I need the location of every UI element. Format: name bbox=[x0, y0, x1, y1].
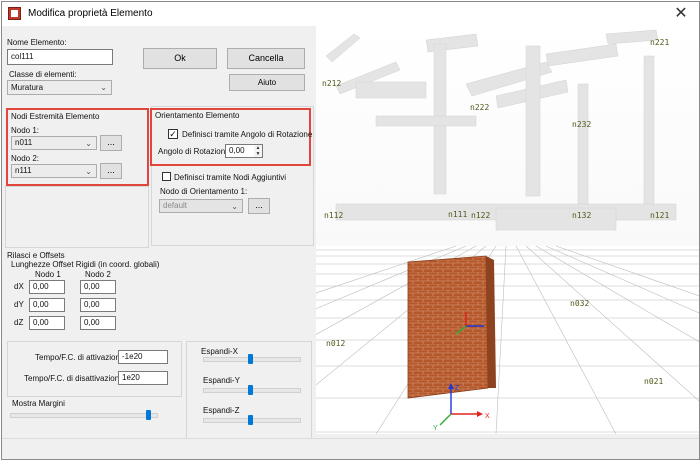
node-label: n012 bbox=[326, 339, 346, 348]
close-icon[interactable]: ✕ bbox=[671, 4, 691, 24]
node-label: n121 bbox=[650, 211, 670, 220]
properties-panel: Nome Elemento: col111 Classe di elementi… bbox=[2, 26, 316, 458]
node2-label: Nodo 2: bbox=[11, 154, 40, 163]
node2-select[interactable]: n111 ⌄ bbox=[11, 164, 97, 178]
angle-checkbox-label: Definisci tramite Angolo di Rotazione bbox=[182, 130, 313, 139]
orient-node-label: Nodo di Orientamento 1: bbox=[160, 187, 248, 196]
orient-node-pick-button[interactable]: ... bbox=[248, 198, 270, 214]
help-button[interactable]: Aiuto bbox=[229, 74, 305, 91]
element-class-label: Classe di elementi: bbox=[9, 70, 77, 79]
element-name-label: Nome Elemento: bbox=[7, 38, 67, 47]
masonry-wall bbox=[407, 255, 496, 399]
expand-y-thumb[interactable] bbox=[248, 385, 253, 395]
node-label: n132 bbox=[572, 211, 592, 220]
axis-z-label: Z bbox=[455, 385, 460, 392]
angle-checkbox[interactable]: ✓ bbox=[168, 129, 178, 139]
node2-pick-button[interactable]: ... bbox=[100, 163, 122, 179]
dz-node1-input[interactable]: 0,00 bbox=[29, 316, 65, 330]
node-label: n232 bbox=[572, 120, 592, 129]
dx-node1-input[interactable]: 0,00 bbox=[29, 280, 65, 294]
angle-input[interactable]: 0,00 bbox=[225, 144, 255, 158]
3d-viewport[interactable]: Z X Y n212 n222 n232 n221 n112 n111 n122… bbox=[316, 26, 699, 434]
activation-input[interactable]: -1e20 bbox=[118, 350, 168, 364]
node-label: n032 bbox=[570, 299, 590, 308]
margins-slider-thumb[interactable] bbox=[146, 410, 151, 420]
chevron-down-icon: ⌄ bbox=[85, 167, 92, 176]
angle-label: Angolo di Rotazione bbox=[158, 147, 230, 156]
end-nodes-title: Nodi Estremità Elemento bbox=[11, 112, 100, 121]
orient-node-value: default bbox=[163, 201, 188, 210]
element-name-input[interactable]: col111 bbox=[7, 49, 113, 65]
dz-node2-input[interactable]: 0,00 bbox=[80, 316, 116, 330]
properties-dialog: Modifica proprietà Elemento ✕ Nome Eleme… bbox=[1, 1, 700, 460]
node2-value: n111 bbox=[15, 166, 32, 175]
angle-spinner[interactable]: ▲ ▼ bbox=[254, 144, 263, 158]
expand-x-label: Espandi-X bbox=[201, 347, 238, 356]
dx-node2-input[interactable]: 0,00 bbox=[80, 280, 116, 294]
node1-pick-button[interactable]: ... bbox=[100, 135, 122, 151]
expand-z-thumb[interactable] bbox=[248, 415, 253, 425]
title-bar: Modifica proprietà Elemento ✕ bbox=[2, 2, 699, 26]
floor-grid bbox=[316, 245, 699, 434]
expand-z-label: Espandi-Z bbox=[203, 406, 240, 415]
nodes-checkbox-label: Definisci tramite Nodi Aggiuntivi bbox=[174, 173, 287, 182]
end-nodes-group-frame bbox=[5, 186, 149, 248]
chevron-down-icon: ⌄ bbox=[100, 83, 107, 92]
nodes-checkbox[interactable] bbox=[162, 172, 171, 181]
cancel-button[interactable]: Cancella bbox=[227, 48, 305, 69]
element-class-value: Muratura bbox=[11, 83, 44, 92]
node-label: n122 bbox=[471, 211, 491, 220]
node-label: n212 bbox=[322, 79, 342, 88]
node-label: n021 bbox=[644, 377, 664, 386]
deactivation-label: Tempo/F.C. di disattivazione bbox=[24, 374, 124, 383]
window-title: Modifica proprietà Elemento bbox=[28, 8, 153, 19]
row-label: dX bbox=[14, 282, 24, 291]
axis-x-label: X bbox=[485, 413, 490, 420]
orientation-title: Orientamento Elemento bbox=[155, 111, 240, 120]
node1-select[interactable]: n011 ⌄ bbox=[11, 136, 97, 150]
releases-subtitle: Lunghezze Offset Rigidi (in coord. globa… bbox=[11, 260, 160, 269]
orient-node-select[interactable]: default ⌄ bbox=[159, 199, 243, 213]
expand-x-thumb[interactable] bbox=[248, 354, 253, 364]
3d-scene: Z X Y bbox=[316, 26, 699, 434]
ok-button[interactable]: Ok bbox=[143, 48, 217, 69]
app-icon bbox=[8, 7, 21, 20]
row-label: dZ bbox=[14, 318, 24, 327]
axis-y-label: Y bbox=[433, 425, 438, 432]
node1-column-header: Nodo 1 bbox=[35, 270, 61, 279]
dy-node1-input[interactable]: 0,00 bbox=[29, 298, 65, 312]
node-label: n221 bbox=[650, 38, 670, 47]
element-class-select[interactable]: Muratura ⌄ bbox=[7, 80, 112, 95]
chevron-down-icon: ⌄ bbox=[231, 202, 238, 211]
releases-title: Rilasci e Offsets bbox=[7, 251, 65, 260]
margins-slider-track[interactable] bbox=[10, 413, 158, 418]
deactivation-input[interactable]: 1e20 bbox=[118, 371, 168, 385]
node-label: n112 bbox=[324, 211, 344, 220]
node1-value: n011 bbox=[15, 138, 33, 147]
node-label: n222 bbox=[470, 103, 490, 112]
expand-y-label: Espandi-Y bbox=[203, 376, 240, 385]
chevron-down-icon: ⌄ bbox=[85, 139, 92, 148]
activation-label: Tempo/F.C. di attivazione bbox=[35, 353, 125, 362]
dy-node2-input[interactable]: 0,00 bbox=[80, 298, 116, 312]
margins-label: Mostra Margini bbox=[12, 399, 65, 408]
node1-label: Nodo 1: bbox=[11, 126, 40, 135]
row-label: dY bbox=[14, 300, 24, 309]
status-bar bbox=[2, 438, 699, 459]
node-label: n111 bbox=[448, 210, 468, 219]
node2-column-header: Nodo 2 bbox=[85, 270, 111, 279]
